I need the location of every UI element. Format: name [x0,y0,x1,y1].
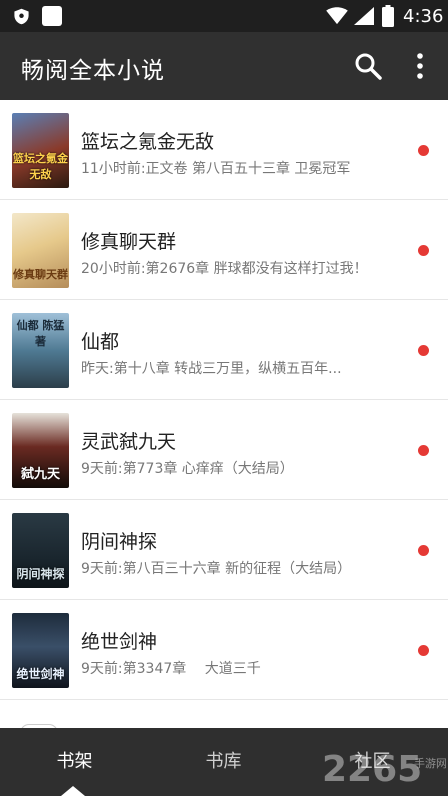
bookshelf-list: 篮坛之氪金无敌 篮坛之氪金无敌 11小时前:正文卷 第八百五十三章 卫冕冠军 修… [0,100,448,728]
signal-icon [354,7,374,25]
unread-dot [418,245,429,256]
book-title: 仙都 [81,331,120,353]
latest-chapter: 昨天:第十八章 转战三万里，纵横五百年... [81,361,342,377]
tab-library[interactable]: 书库 [149,728,298,796]
book-title: 灵武弑九天 [81,431,177,453]
watermark-sub: 手游网 [414,756,446,770]
book-title: 绝世剑神 [81,631,158,653]
book-row[interactable]: 绝世剑神 绝世剑神 9天前:第3347章 大道三千 [0,600,448,700]
book-row[interactable]: 修真聊天群 修真聊天群 20小时前:第2676章 胖球都没有这样打过我！ [0,200,448,300]
book-cover: 阴间神探 [12,513,69,588]
battery-icon [382,5,394,27]
latest-chapter: 9天前:第773章 心痒痒（大结局） [81,461,294,477]
latest-chapter: 11小时前:正文卷 第八百五十三章 卫冕冠军 [81,161,351,177]
cover-title: 篮坛之氪金无敌 [13,152,68,181]
search-icon[interactable] [354,52,382,80]
book-cover: 修真聊天群 [12,213,69,288]
book-row[interactable]: 弑九天 灵武弑九天 9天前:第773章 心痒痒（大结局） [0,400,448,500]
unread-dot [418,445,429,456]
book-title: 阴间神探 [81,531,158,553]
active-tab-indicator [61,786,85,796]
unread-dot [418,545,429,556]
status-bar: 4:36 [0,0,448,32]
book-title: 修真聊天群 [81,231,177,253]
more-vert-icon[interactable] [410,52,430,80]
book-row[interactable]: 阴间神探 阴间神探 9天前:第八百三十六章 新的征程（大结局） [0,500,448,600]
book-cover: 绝世剑神 [12,613,69,688]
cover-title: 仙都 陈猛 著 [16,319,65,348]
latest-chapter: 20小时前:第2676章 胖球都没有这样打过我！ [81,261,368,277]
book-cover: 篮坛之氪金无敌 [12,113,69,188]
watermark-number: 2265 [322,749,422,789]
book-row[interactable]: 篮坛之氪金无敌 篮坛之氪金无敌 11小时前:正文卷 第八百五十三章 卫冕冠军 [0,100,448,200]
site-watermark-logo: 2265 手游网 [322,749,446,789]
book-row[interactable]: 仙都 陈猛 著 仙都 昨天:第十八章 转战三万里，纵横五百年... [0,300,448,400]
book-cover: 仙都 陈猛 著 [12,313,69,388]
wifi-icon [326,7,348,25]
app-bar: 畅阅全本小说 [0,32,448,100]
book-cover: 弑九天 [12,413,69,488]
app-title: 畅阅全本小说 [21,58,165,84]
cover-title: 修真聊天群 [13,268,68,281]
latest-chapter: 9天前:第3347章 大道三千 [81,661,261,677]
cover-title: 绝世剑神 [16,667,65,681]
cover-title: 弑九天 [20,467,60,482]
status-time: 4:36 [403,6,444,27]
cover-title: 阴间神探 [16,567,65,581]
unread-dot [418,145,429,156]
latest-chapter: 9天前:第八百三十六章 新的征程（大结局） [81,561,352,577]
unread-dot [418,645,429,656]
unread-dot [418,345,429,356]
square-notification-icon [42,6,62,26]
shield-icon [14,8,29,25]
book-title: 篮坛之氪金无敌 [81,131,215,153]
